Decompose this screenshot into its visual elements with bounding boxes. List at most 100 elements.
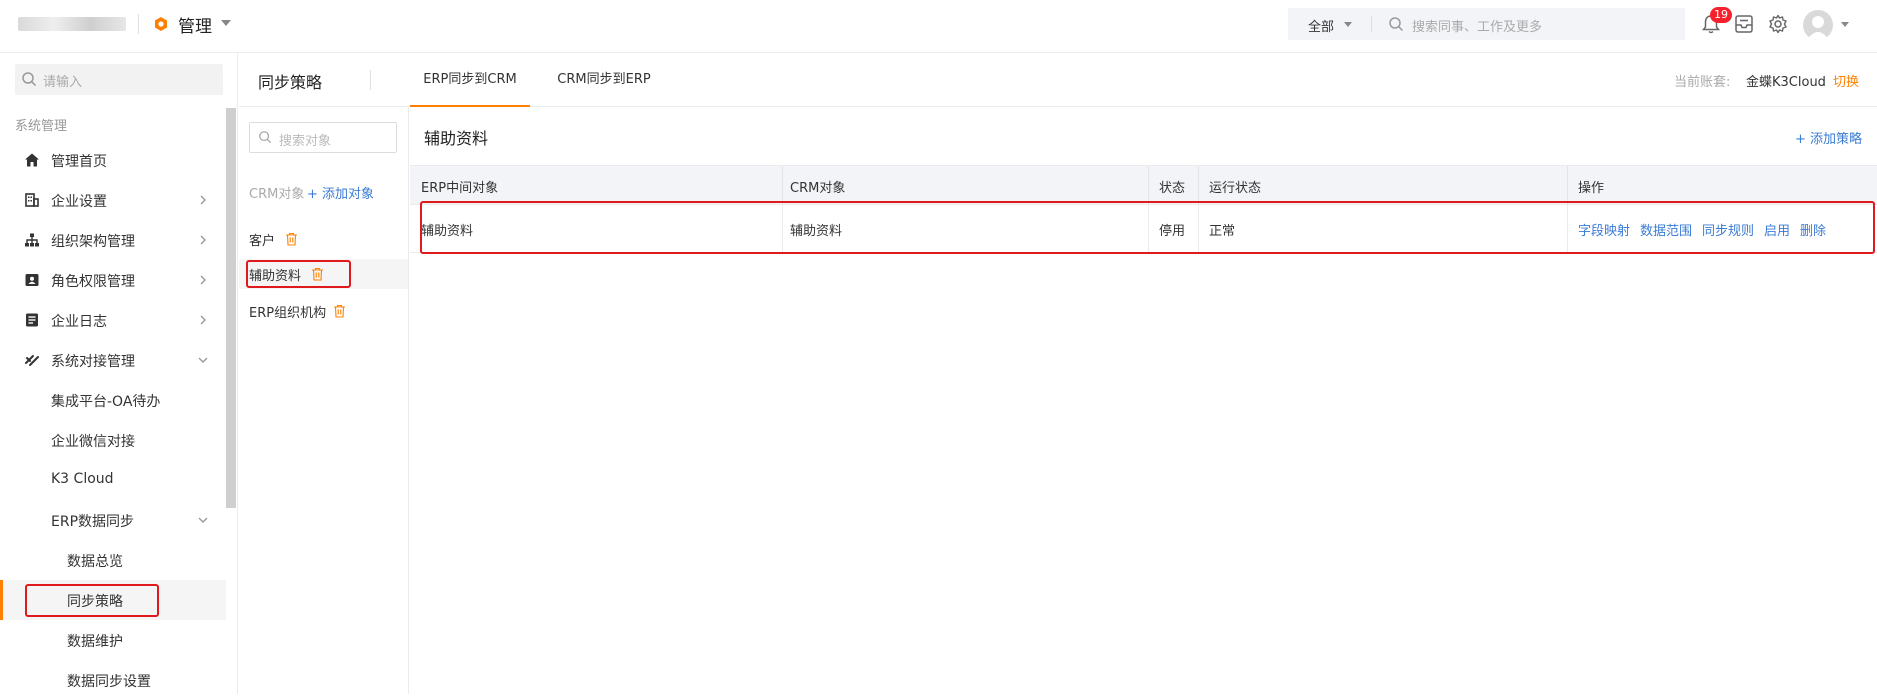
object-panel: 搜索对象 CRM对象 + 添加对象 客户 辅助资料 ERP组织机构	[239, 107, 409, 694]
sidebar-scrollbar[interactable]	[226, 108, 236, 508]
sidebar-item-sync-policy[interactable]: 同步策略	[0, 580, 226, 620]
chevron-down-icon	[198, 357, 208, 363]
table-row: 辅助资料 辅助资料 停用 正常 字段映射 数据范围 同步规则 启用 删除	[410, 205, 1877, 253]
sidebar-item-system-integration[interactable]: 系统对接管理	[0, 340, 226, 380]
user-silhouette-icon	[1807, 16, 1829, 40]
enable-link[interactable]: 启用	[1764, 220, 1790, 239]
divider	[370, 70, 371, 90]
tab-crm-to-erp[interactable]: CRM同步到ERP	[544, 53, 664, 107]
log-icon	[26, 313, 38, 327]
sidebar-item-data-overview[interactable]: 数据总览	[0, 540, 226, 580]
trash-icon[interactable]	[311, 267, 324, 281]
chevron-right-icon	[200, 235, 206, 245]
chevron-right-icon	[200, 195, 206, 205]
sidebar-item-admin-home[interactable]: 管理首页	[0, 140, 226, 180]
search-icon	[22, 72, 37, 87]
chevron-down-icon	[198, 517, 208, 523]
column-divider[interactable]	[1148, 166, 1149, 206]
top-bar: 管理 全部 搜索同事、工作及更多 19	[0, 0, 1877, 53]
divider	[138, 14, 139, 34]
home-icon	[25, 153, 39, 167]
object-search-placeholder: 搜索对象	[279, 134, 332, 149]
trash-icon[interactable]	[333, 304, 346, 318]
gear-icon[interactable]	[1767, 13, 1789, 35]
column-header: 运行状态	[1209, 181, 1262, 196]
column-divider[interactable]	[1567, 166, 1568, 206]
sidebar: 请输入 系统管理 管理首页 企业设置 组织架构管理 角色权限管理 企业日志 系统…	[0, 53, 238, 694]
sidebar-section-title: 系统管理	[15, 119, 68, 134]
sidebar-item-role-permissions[interactable]: 角色权限管理	[0, 260, 226, 300]
object-item-label: ERP组织机构	[249, 306, 327, 321]
account-value: 金蝶K3Cloud	[1746, 75, 1826, 90]
data-range-link[interactable]: 数据范围	[1640, 220, 1692, 239]
sidebar-item-label: 同步策略	[67, 594, 123, 610]
object-item-erp-org[interactable]: ERP组织机构	[239, 296, 408, 326]
column-divider[interactable]	[782, 166, 783, 206]
notification-badge: 19	[1710, 7, 1732, 23]
column-divider	[1198, 205, 1199, 253]
column-header: 状态	[1159, 181, 1186, 196]
app-switcher-label[interactable]: 管理	[178, 12, 212, 37]
object-item-label: 客户	[249, 234, 276, 249]
sidebar-item-label: 角色权限管理	[51, 274, 135, 290]
sync-rules-link[interactable]: 同步规则	[1702, 220, 1754, 239]
column-divider[interactable]	[1198, 166, 1199, 206]
link-icon	[25, 355, 39, 366]
avatar[interactable]	[1803, 10, 1833, 40]
add-policy-button[interactable]: + 添加策略	[1795, 128, 1862, 147]
object-item-auxiliary-data[interactable]: 辅助资料	[239, 259, 408, 289]
cell-erp-object: 辅助资料	[421, 224, 474, 239]
sidebar-item-label: 组织架构管理	[51, 234, 135, 250]
add-object-button[interactable]: + 添加对象	[307, 183, 374, 202]
chevron-right-icon	[200, 315, 206, 325]
sidebar-item-label: 集成平台-OA待办	[51, 394, 161, 410]
cell-run-status: 正常	[1209, 224, 1236, 239]
sidebar-item-label: 数据维护	[67, 634, 123, 650]
inbox-icon[interactable]	[1733, 13, 1755, 35]
global-search[interactable]: 全部 搜索同事、工作及更多	[1288, 8, 1685, 40]
building-icon	[25, 193, 39, 207]
column-header: ERP中间对象	[421, 181, 499, 196]
sidebar-item-wecom[interactable]: 企业微信对接	[0, 420, 226, 460]
sidebar-item-oa-todo[interactable]: 集成平台-OA待办	[0, 380, 226, 420]
tab-erp-to-crm[interactable]: ERP同步到CRM	[410, 53, 530, 107]
divider	[1371, 16, 1372, 32]
sidebar-item-org-structure[interactable]: 组织架构管理	[0, 220, 226, 260]
cell-status: 停用	[1159, 224, 1186, 239]
page-title: 同步策略	[258, 73, 323, 92]
org-tree-icon	[25, 233, 39, 247]
company-logo[interactable]	[18, 17, 126, 31]
sidebar-item-label: 企业设置	[51, 194, 107, 210]
sidebar-item-enterprise-settings[interactable]: 企业设置	[0, 180, 226, 220]
page-header: 同步策略 ERP同步到CRM CRM同步到ERP 当前账套: 金蝶K3Cloud…	[239, 53, 1877, 107]
sidebar-item-data-maintenance[interactable]: 数据维护	[0, 620, 226, 660]
app-hexagon-icon	[155, 17, 167, 31]
sidebar-item-label: 数据同步设置	[67, 674, 151, 690]
table-header: ERP中间对象 CRM对象 状态 运行状态 操作	[410, 165, 1877, 206]
search-input[interactable]: 搜索同事、工作及更多	[1412, 16, 1542, 35]
switch-account-link[interactable]: 切换	[1833, 71, 1859, 90]
caret-down-icon[interactable]	[1841, 22, 1849, 27]
sidebar-item-label: K3 Cloud	[51, 471, 114, 487]
caret-down-icon[interactable]	[1344, 22, 1352, 27]
delete-link[interactable]: 删除	[1800, 220, 1826, 239]
caret-down-icon[interactable]	[221, 20, 231, 26]
object-search-input[interactable]: 搜索对象	[249, 122, 397, 153]
id-card-icon	[25, 274, 39, 286]
search-scope-select[interactable]: 全部	[1308, 16, 1334, 35]
sidebar-item-data-sync-settings[interactable]: 数据同步设置	[0, 660, 226, 700]
sidebar-item-label: 数据总览	[67, 554, 123, 570]
search-icon	[259, 131, 272, 144]
sidebar-item-enterprise-log[interactable]: 企业日志	[0, 300, 226, 340]
object-item-label: 辅助资料	[249, 269, 302, 284]
cell-crm-object: 辅助资料	[790, 224, 843, 239]
sidebar-item-label: 企业日志	[51, 314, 107, 330]
sidebar-item-k3-cloud[interactable]: K3 Cloud	[0, 460, 226, 500]
chevron-right-icon	[200, 275, 206, 285]
field-mapping-link[interactable]: 字段映射	[1578, 220, 1630, 239]
column-header: CRM对象	[790, 181, 846, 196]
trash-icon[interactable]	[285, 232, 298, 246]
object-item-customer[interactable]: 客户	[239, 224, 408, 254]
sidebar-search-input[interactable]: 请输入	[15, 64, 223, 95]
sidebar-item-erp-sync[interactable]: ERP数据同步	[0, 500, 226, 540]
